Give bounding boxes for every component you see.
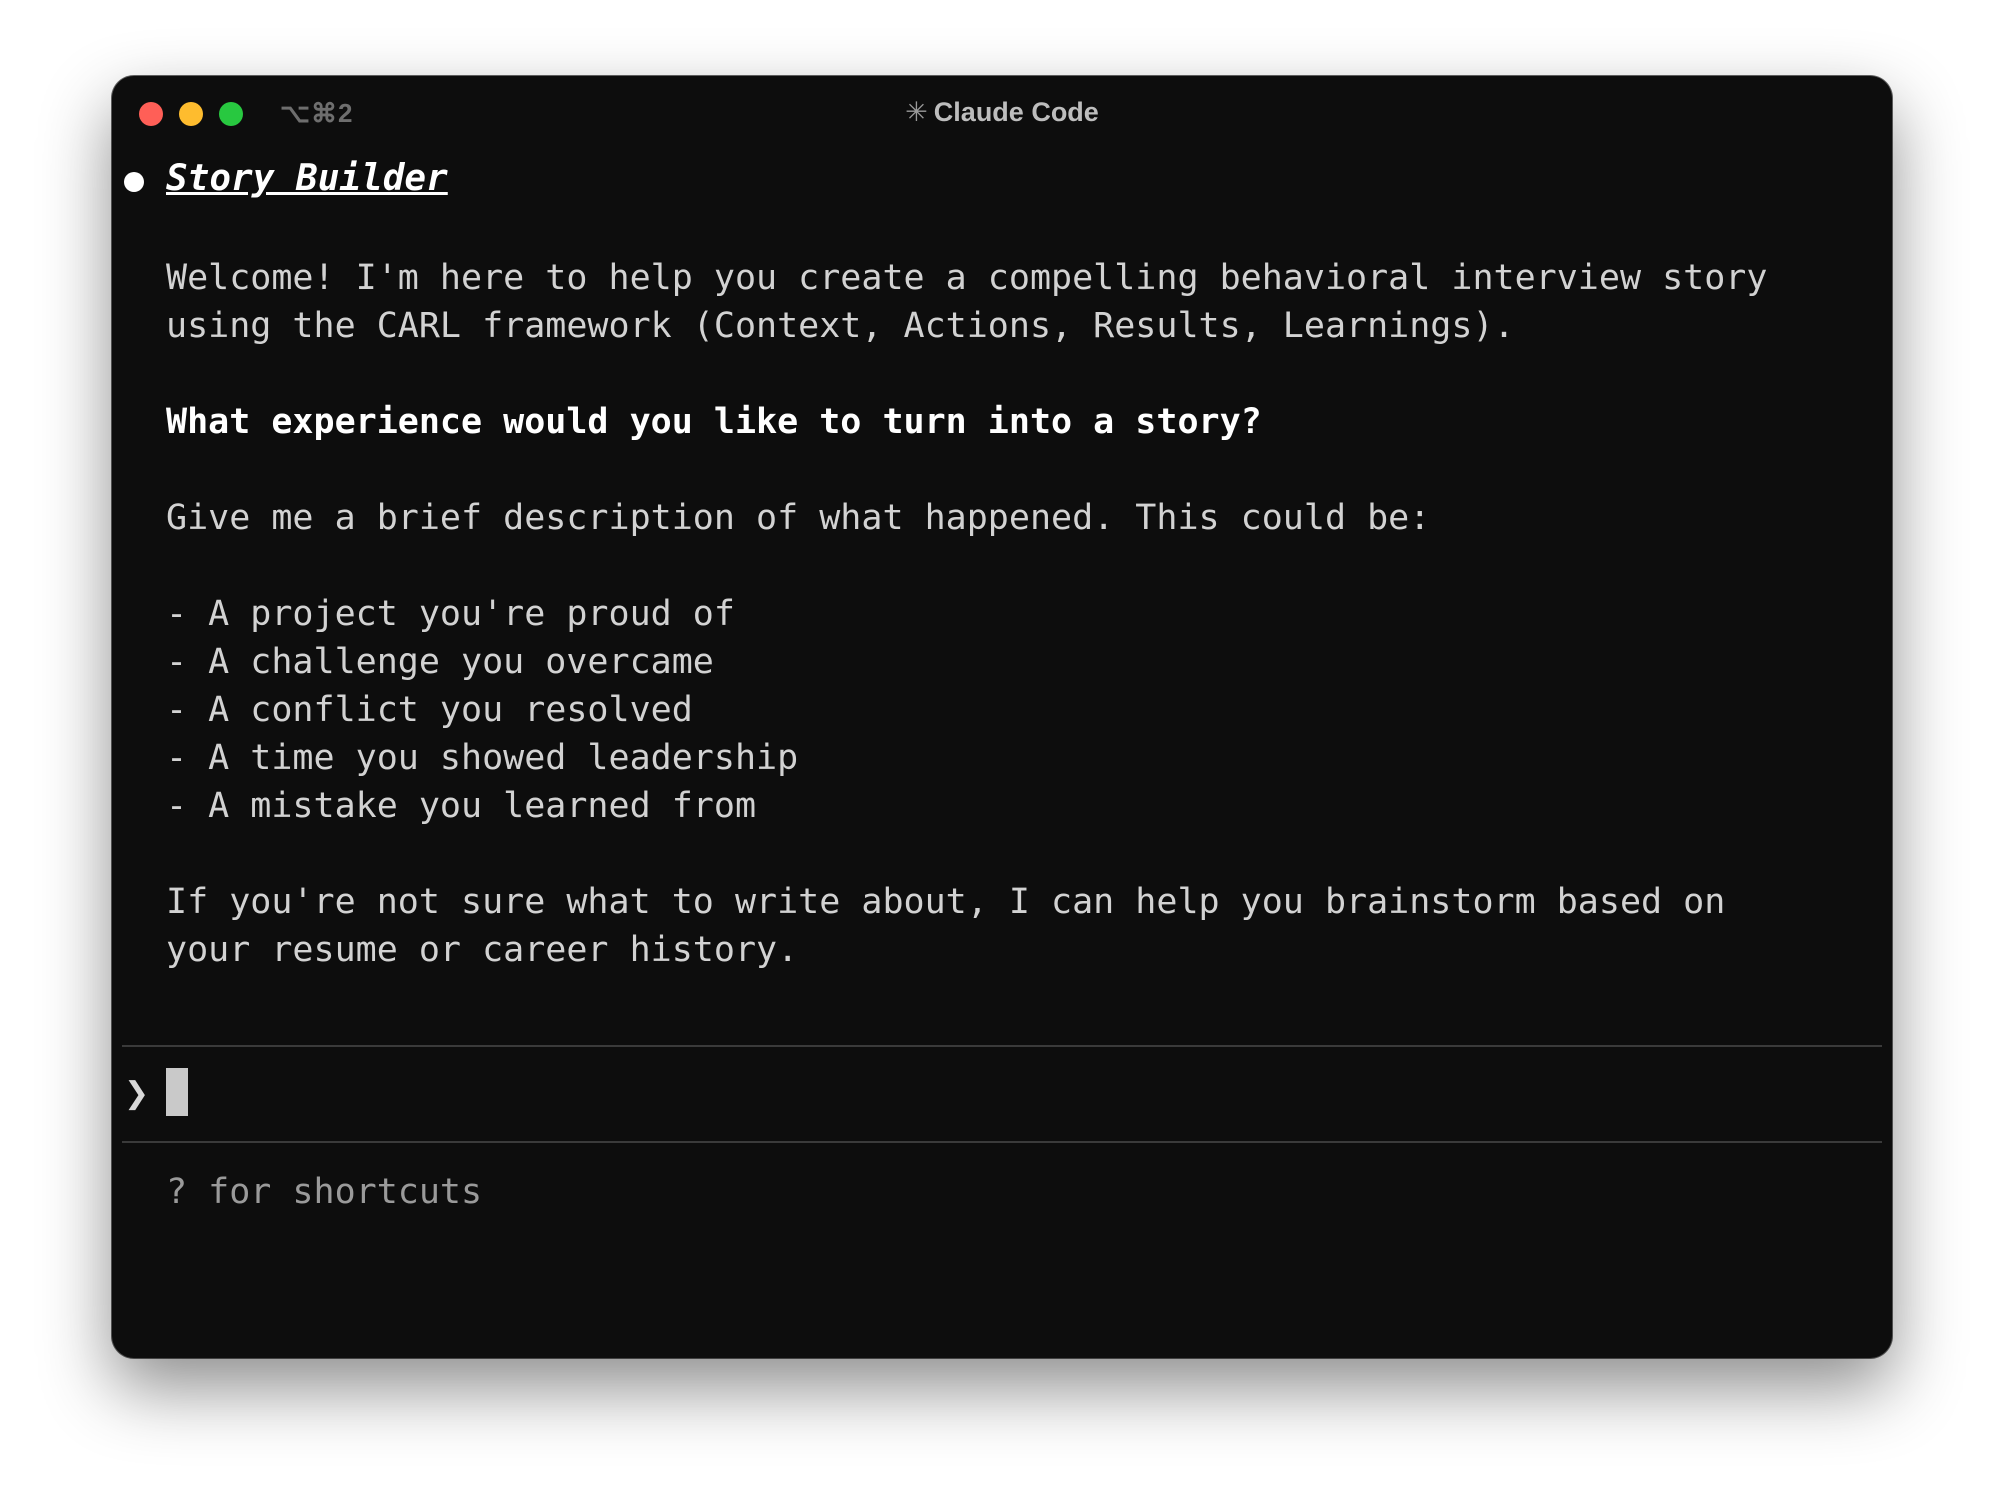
intro-line-2: using the CARL framework (Context, Actio… — [166, 306, 1515, 346]
prompt-chevron-icon: ❯ — [124, 1076, 150, 1111]
outro-line-1: If you're not sure what to write about, … — [166, 882, 1726, 922]
option-item: - A mistake you learned from — [166, 786, 757, 826]
text-input-cursor[interactable] — [166, 1068, 188, 1116]
message-heading: Story Builder — [166, 158, 448, 199]
terminal-window: ⌥⌘2 ✳ Claude Code Story Builder Welcome! … — [112, 76, 1892, 1358]
terminal-content: Story Builder Welcome! I'm here to help … — [112, 76, 1892, 1358]
option-item: - A time you showed leadership — [166, 738, 799, 778]
input-top-divider — [122, 1045, 1882, 1047]
question-text: What experience would you like to turn i… — [166, 402, 1262, 442]
option-item: - A project you're proud of — [166, 594, 735, 634]
option-item: - A conflict you resolved — [166, 690, 693, 730]
outro-line-2: your resume or career history. — [166, 930, 799, 970]
shortcuts-hint: ? for shortcuts — [166, 1172, 483, 1212]
input-bottom-divider — [122, 1141, 1882, 1143]
message-bullet-icon — [124, 172, 144, 192]
description-prompt: Give me a brief description of what happ… — [166, 498, 1431, 538]
intro-line-1: Welcome! I'm here to help you create a c… — [166, 258, 1768, 298]
option-item: - A challenge you overcame — [166, 642, 714, 682]
